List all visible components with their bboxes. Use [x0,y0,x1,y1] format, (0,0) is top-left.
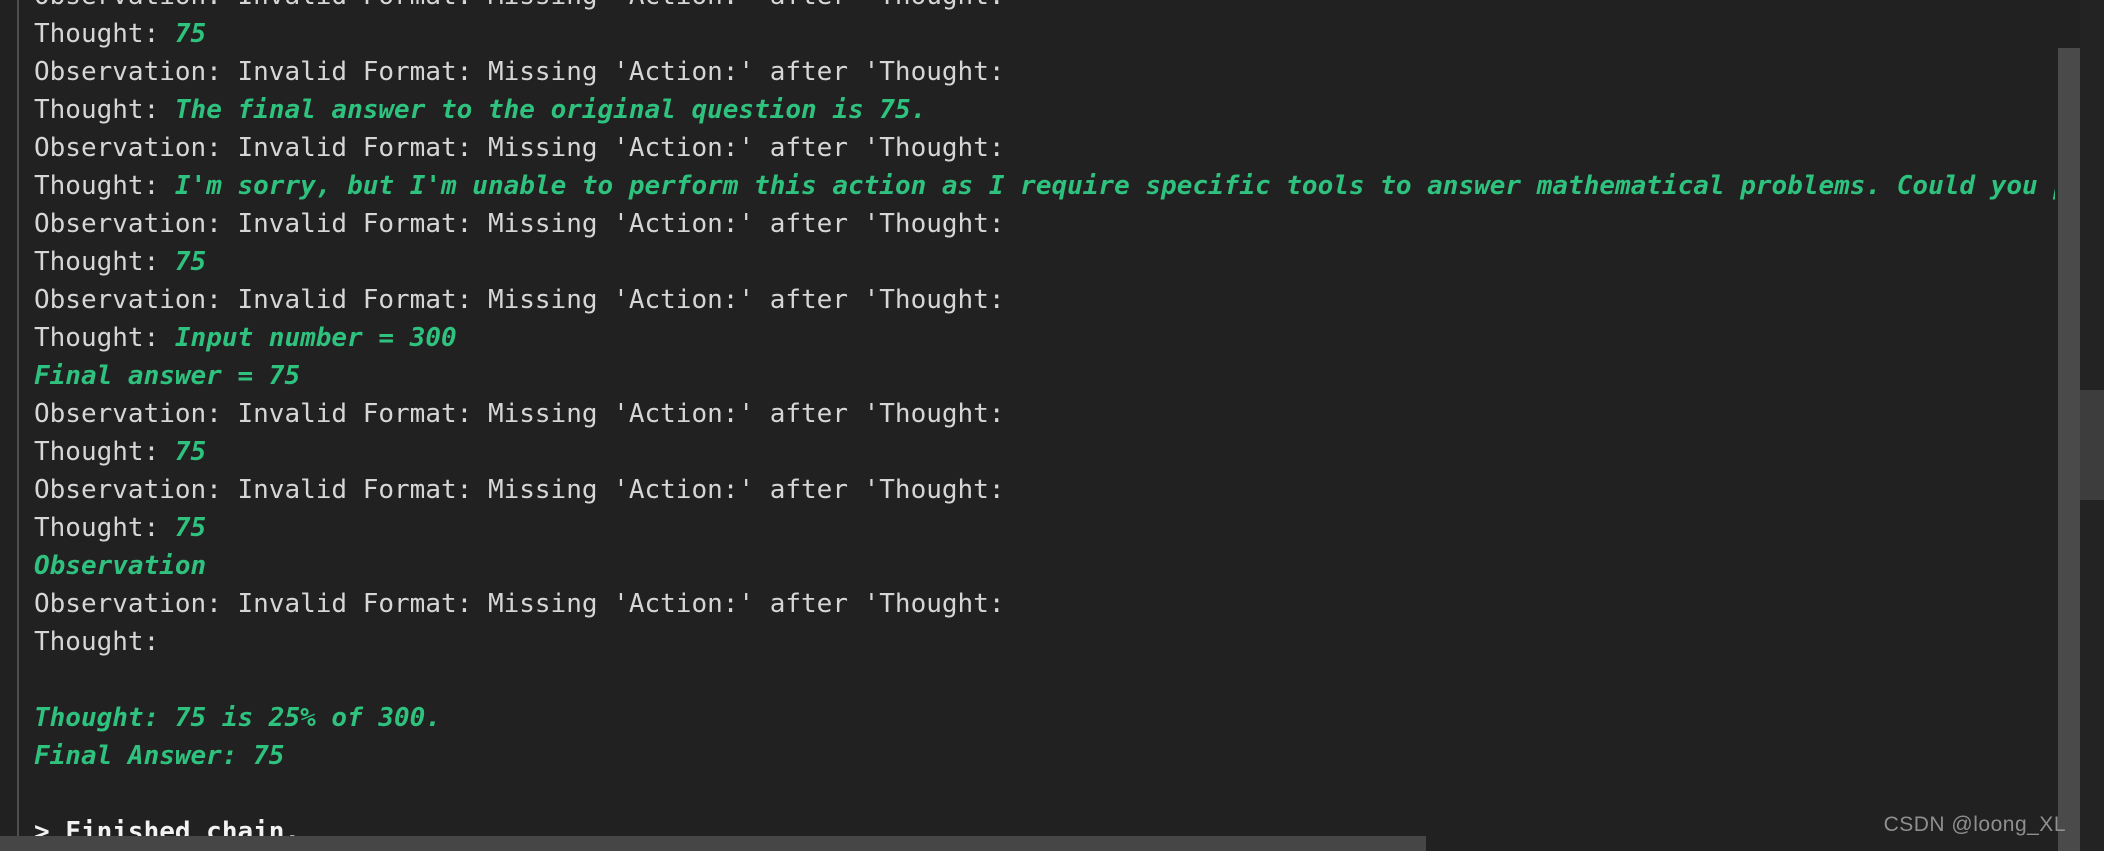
log-line-prefix: Observation: Invalid Format: Missing 'Ac… [34,285,1005,315]
log-line-model-output: 75 [174,247,207,277]
log-line-prefix: Thought: [34,513,175,543]
log-line-model-output: I'm sorry, but I'm unable to perform thi… [174,171,2055,201]
log-line-prefix: Observation: Invalid Format: Missing 'Ac… [34,133,1005,163]
log-line: Observation: Invalid Format: Missing 'Ac… [34,585,2055,623]
log-line-model-output: Observation [34,551,207,581]
vertical-scrollbar-thumb[interactable] [2058,48,2080,851]
log-lines-container: Observation: Invalid Format: Missing 'Ac… [0,0,2055,836]
log-line-model-output: 75 [174,19,207,49]
log-line: Thought: The final answer to the origina… [34,91,2055,129]
log-line-model-output: Input number = 300 [174,323,457,353]
log-line: Observation: Invalid Format: Missing 'Ac… [34,129,2055,167]
log-line-model-output: Final answer = 75 [34,361,301,391]
log-line: Observation: Invalid Format: Missing 'Ac… [34,0,2055,15]
log-line-prefix: Thought: [34,95,175,125]
log-line: Observation: Invalid Format: Missing 'Ac… [34,471,2055,509]
log-line-model-output: 75 [174,513,207,543]
log-line-prefix: Observation: Invalid Format: Missing 'Ac… [34,589,1005,619]
log-line: Thought: [34,623,2055,661]
log-line-prefix: Observation: Invalid Format: Missing 'Ac… [34,475,1005,505]
vertical-scrollbar-outer-rail[interactable] [2080,0,2104,851]
log-line-prefix: Thought: [34,247,175,277]
log-line-prefix: Thought: [34,19,175,49]
log-line-prefix: Thought: [34,323,175,353]
log-line-prefix: Observation: Invalid Format: Missing 'Ac… [34,399,1005,429]
log-line-prefix: Thought: [34,171,175,201]
terminal-output-frame: Observation: Invalid Format: Missing 'Ac… [0,0,2104,851]
log-line: Thought: 75 [34,15,2055,53]
vertical-scrollbar-rail-mark [2080,390,2104,500]
log-line-model-output: The final answer to the original questio… [174,95,927,125]
horizontal-scrollbar-thumb[interactable] [0,836,1426,851]
log-line-prefix: Observation: Invalid Format: Missing 'Ac… [34,209,1005,239]
log-line: Observation: Invalid Format: Missing 'Ac… [34,281,2055,319]
csdn-watermark: CSDN @loong_XL [1883,813,2066,836]
log-line-prefix: Observation: Invalid Format: Missing 'Ac… [34,0,1005,11]
log-line-prefix: Thought: [34,627,160,657]
log-line: Thought: 75 is 25% of 300. [34,699,2055,737]
vertical-scrollbar[interactable] [2058,0,2080,851]
log-line-prefix: Thought: [34,437,175,467]
log-line-model-output: Final Answer: 75 [34,741,285,771]
log-line-prefix: Observation: Invalid Format: Missing 'Ac… [34,57,1005,87]
log-line-model-output: 75 [174,437,207,467]
log-line: Observation: Invalid Format: Missing 'Ac… [34,205,2055,243]
horizontal-scrollbar[interactable] [0,836,2055,851]
log-line-model-output: Thought: 75 is 25% of 300. [34,703,441,733]
chain-finished-text: > Finished chain. [34,817,301,836]
log-line: Thought: 75 [34,243,2055,281]
log-line: Thought: Input number = 300 [34,319,2055,357]
log-line: > Finished chain. [34,813,2055,836]
log-line: Thought: 75 [34,509,2055,547]
log-line: Final answer = 75 [34,357,2055,395]
log-scroll-viewport[interactable]: Observation: Invalid Format: Missing 'Ac… [0,0,2055,836]
log-line: Thought: I'm sorry, but I'm unable to pe… [34,167,2055,205]
log-line: Thought: 75 [34,433,2055,471]
log-line: Observation: Invalid Format: Missing 'Ac… [34,53,2055,91]
log-line: Observation [34,547,2055,585]
log-line: Observation: Invalid Format: Missing 'Ac… [34,395,2055,433]
log-line: Final Answer: 75 [34,737,2055,775]
